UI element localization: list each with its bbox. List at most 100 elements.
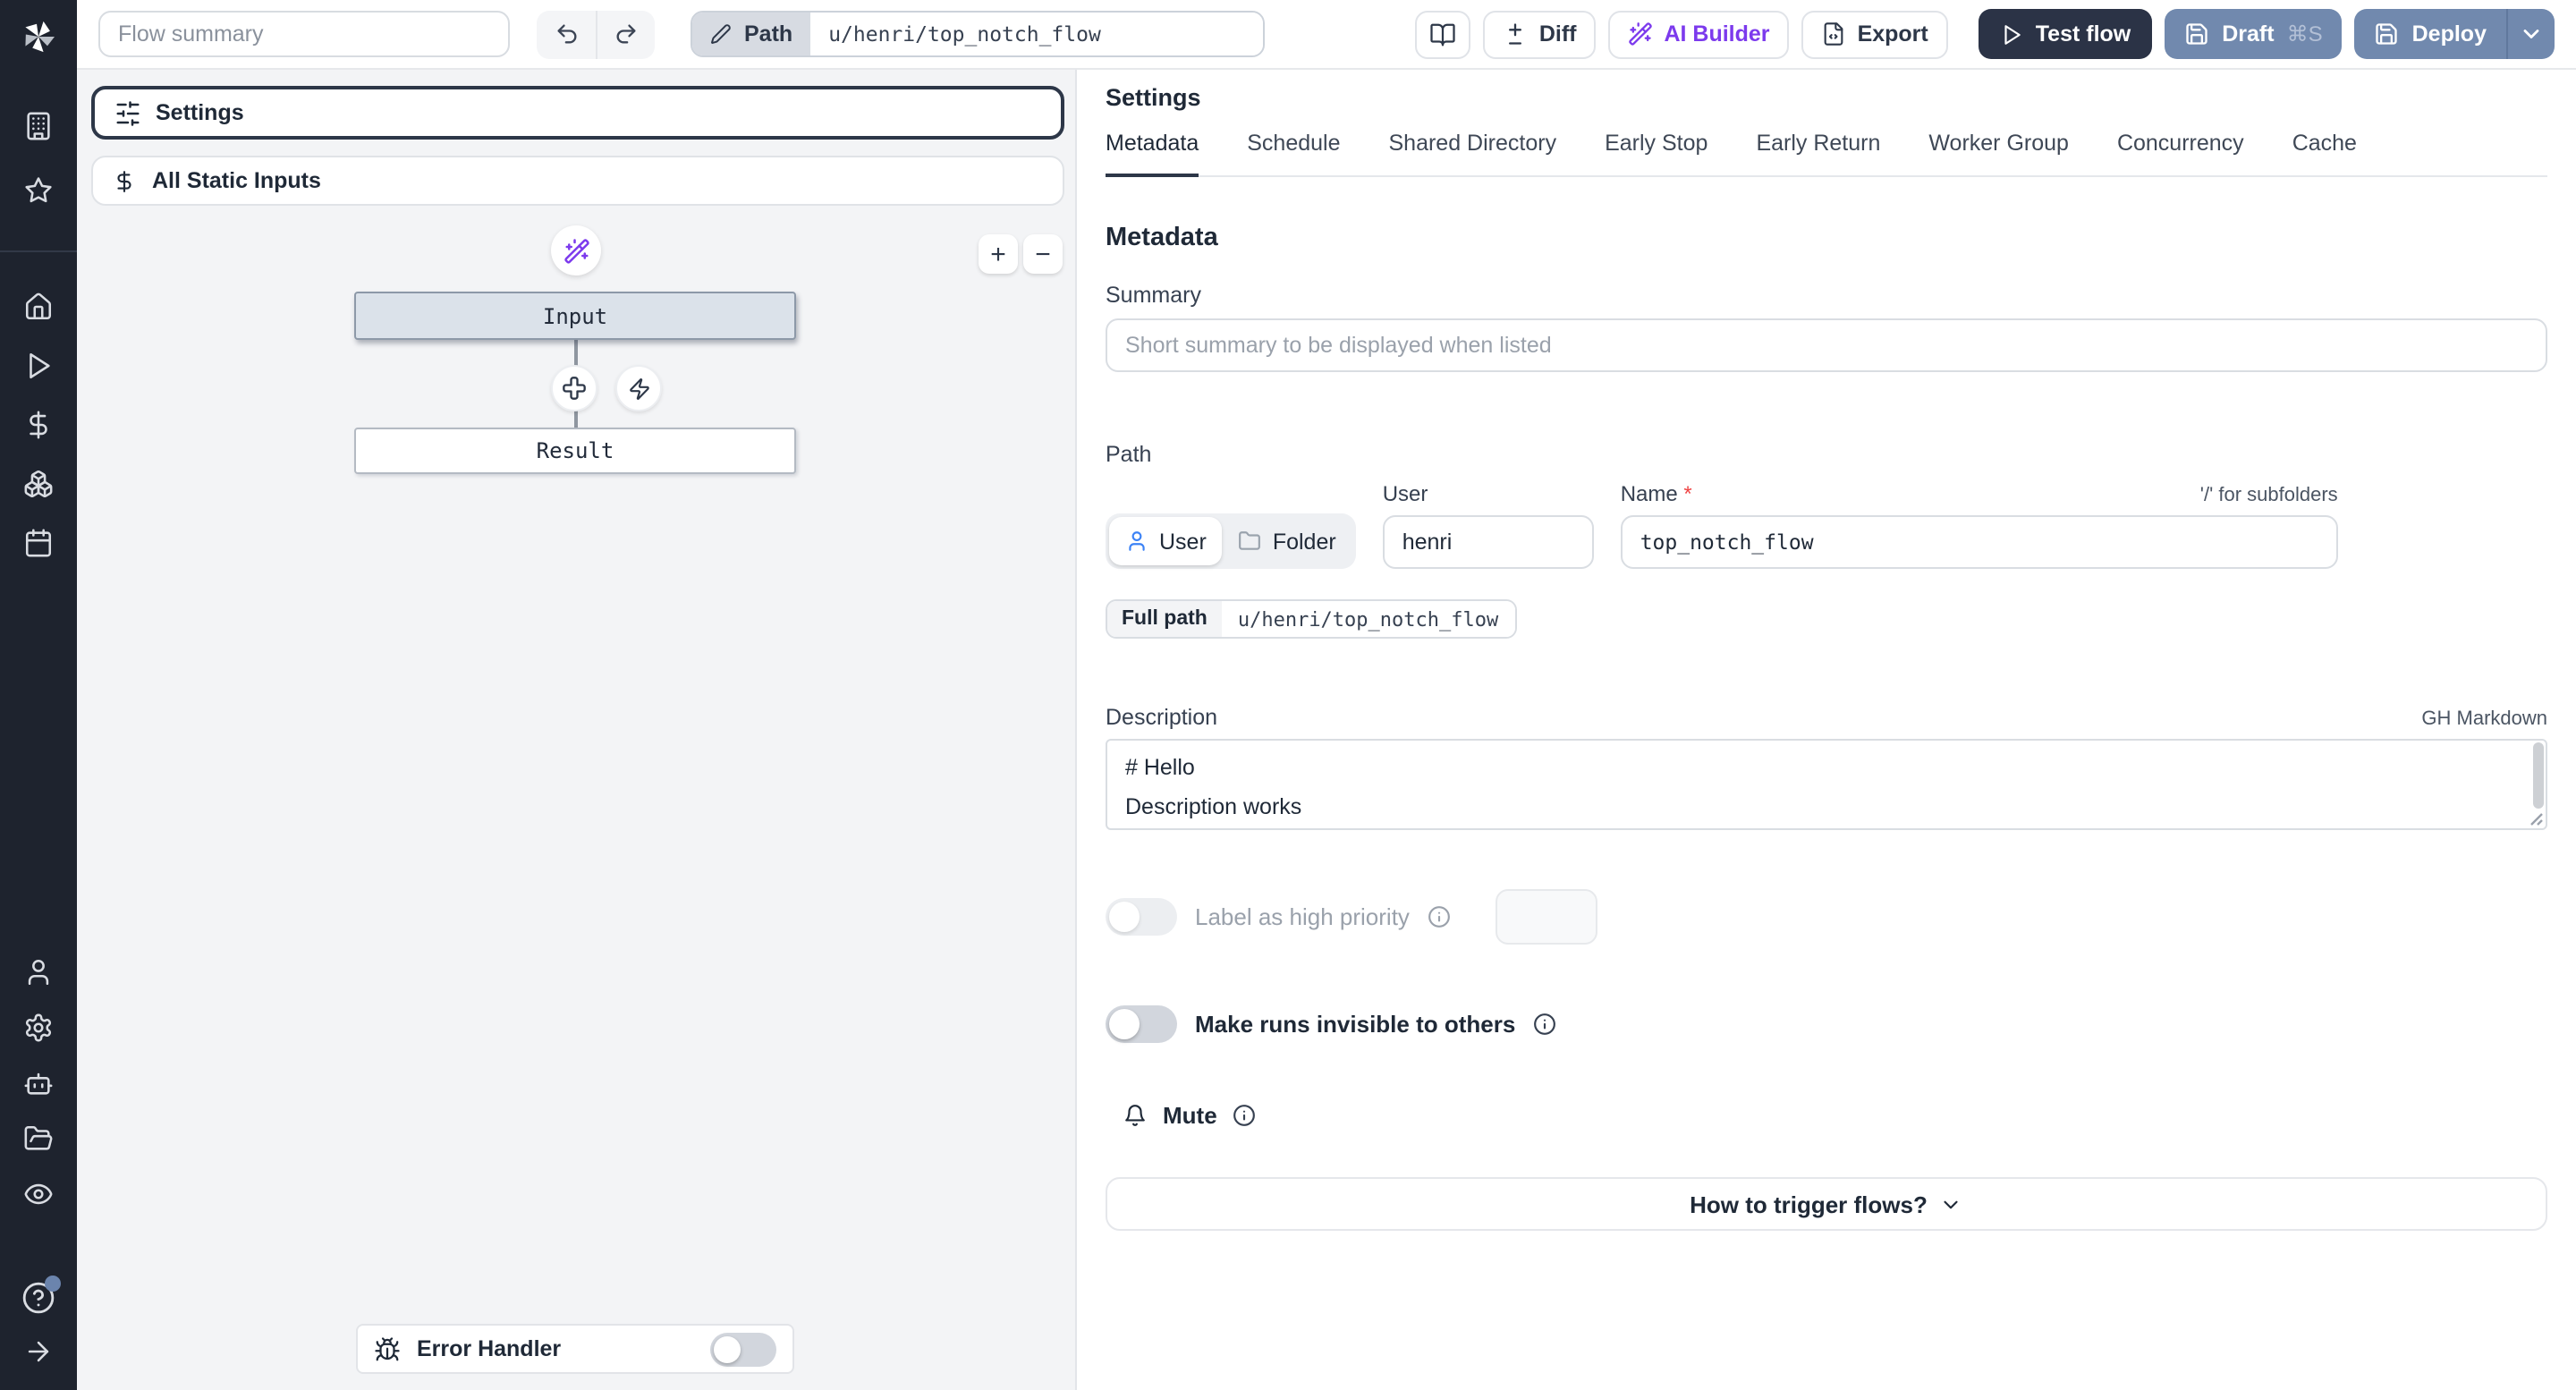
lightning-icon (627, 377, 650, 400)
name-input[interactable] (1620, 515, 2338, 569)
sidebar-item-users[interactable] (0, 946, 77, 996)
sidebar-item-variables[interactable] (0, 399, 77, 449)
topbar-actions: Diff AI Builder Export Test flow Draft ⌘S… (1415, 9, 2555, 59)
help-button[interactable] (0, 1272, 77, 1322)
how-to-trigger-button[interactable]: How to trigger flows? (1106, 1177, 2547, 1231)
invisible-runs-label: Make runs invisible to others (1195, 1011, 1516, 1038)
add-step-button[interactable] (551, 365, 597, 411)
play-icon (2000, 22, 2023, 46)
windmill-logo[interactable] (18, 14, 59, 57)
tab-early-return[interactable]: Early Return (1756, 131, 1880, 175)
summary-label: Summary (1106, 283, 1201, 308)
input-node[interactable]: Input (354, 292, 796, 340)
sidebar-item-workspace[interactable] (0, 100, 77, 150)
calendar-icon (23, 527, 54, 557)
mute-row: Mute (1123, 1102, 2547, 1129)
invisible-runs-row: Make runs invisible to others (1106, 1005, 2547, 1043)
pencil-icon (710, 23, 732, 45)
high-priority-toggle[interactable] (1106, 898, 1177, 936)
deploy-options-button[interactable] (2506, 9, 2555, 59)
tab-metadata[interactable]: Metadata (1106, 131, 1199, 177)
flow-settings-button[interactable]: Settings (91, 86, 1064, 140)
result-node[interactable]: Result (354, 428, 796, 474)
tab-early-stop[interactable]: Early Stop (1605, 131, 1707, 175)
flow-summary-input[interactable] (98, 11, 510, 57)
eye-icon (23, 1178, 54, 1208)
description-textarea[interactable]: # Hello Description works (1106, 739, 2547, 830)
dollar-icon (23, 409, 54, 439)
name-field-label: Name * (1620, 481, 1692, 506)
draft-button[interactable]: Draft ⌘S (2165, 9, 2343, 59)
save-icon (2375, 21, 2400, 47)
home-icon (23, 291, 54, 321)
add-trigger-button[interactable] (615, 365, 662, 411)
folder-open-icon (23, 1123, 54, 1153)
redo-button[interactable] (596, 10, 655, 58)
info-icon[interactable] (1233, 1104, 1257, 1127)
description-wrap: # Hello Description works (1106, 739, 2547, 830)
sliders-icon (114, 99, 141, 126)
info-icon[interactable] (1533, 1013, 1556, 1036)
user-field-col: User (1382, 481, 1594, 569)
priority-value-input (1495, 889, 1597, 945)
test-flow-button[interactable]: Test flow (1978, 9, 2153, 59)
draft-label: Draft (2222, 21, 2275, 47)
expand-sidebar-button[interactable] (0, 1326, 77, 1376)
export-button[interactable]: Export (1801, 10, 1948, 58)
sidebar-item-resources[interactable] (0, 458, 77, 508)
zoom-in-button[interactable]: + (979, 234, 1018, 274)
undo-icon (554, 21, 579, 47)
sidebar-item-schedules[interactable] (0, 517, 77, 567)
high-priority-row: Label as high priority (1106, 889, 2547, 945)
owner-user-button[interactable]: User (1109, 517, 1223, 565)
sidebar-item-runs[interactable] (0, 340, 77, 390)
sidebar-item-ai[interactable] (0, 1057, 77, 1107)
tab-cache[interactable]: Cache (2292, 131, 2357, 175)
tab-shared-directory[interactable]: Shared Directory (1389, 131, 1557, 175)
error-handler-toggle[interactable] (710, 1332, 776, 1366)
plus-cross-icon (562, 376, 587, 401)
help-badge (45, 1276, 61, 1292)
redo-icon (614, 21, 639, 47)
ai-flow-button[interactable] (551, 225, 601, 275)
diff-icon (1504, 21, 1529, 47)
path-edit-button[interactable]: Path (692, 13, 811, 55)
diff-button[interactable]: Diff (1483, 10, 1597, 58)
building-icon (23, 110, 54, 140)
summary-input[interactable] (1106, 318, 2547, 372)
sidebar-item-favorites[interactable] (0, 165, 77, 215)
info-icon[interactable] (1428, 905, 1451, 928)
topbar: Path Diff AI Builder Export Test flow Dr… (77, 0, 2576, 70)
zoom-out-button[interactable]: − (1023, 234, 1063, 274)
path-value-input[interactable] (810, 13, 1264, 55)
resize-handle-icon[interactable] (2529, 812, 2544, 826)
path-control: Path (691, 11, 1266, 57)
tab-schedule[interactable]: Schedule (1247, 131, 1340, 175)
user-input[interactable] (1382, 515, 1594, 569)
sidebar-item-settings[interactable] (0, 1002, 77, 1052)
docs-button[interactable] (1415, 10, 1471, 58)
sidebar-item-folders[interactable] (0, 1113, 77, 1163)
deploy-button[interactable]: Deploy (2355, 9, 2506, 59)
arrow-right-icon (23, 1335, 54, 1366)
sidebar-item-audit[interactable] (0, 1168, 77, 1218)
owner-folder-button[interactable]: Folder (1223, 517, 1352, 565)
description-scrollbar[interactable] (2533, 742, 2544, 809)
main: Path Diff AI Builder Export Test flow Dr… (77, 0, 2576, 1390)
sidebar-item-home[interactable] (0, 281, 77, 331)
error-handler-node[interactable]: Error Handler (356, 1324, 794, 1374)
name-field-col: Name * '/' for subfolders (1620, 481, 2338, 569)
tab-worker-group[interactable]: Worker Group (1928, 131, 2069, 175)
chevron-down-icon (2519, 21, 2544, 47)
invisible-runs-toggle[interactable] (1106, 1005, 1177, 1043)
ai-builder-button[interactable]: AI Builder (1608, 10, 1790, 58)
all-static-inputs-button[interactable]: All Static Inputs (91, 156, 1064, 206)
wand-sparkles-icon (563, 237, 589, 264)
undo-button[interactable] (537, 10, 596, 58)
tab-concurrency[interactable]: Concurrency (2117, 131, 2244, 175)
high-priority-label: Label as high priority (1195, 903, 1410, 930)
sidebar (0, 0, 77, 1390)
owner-folder-label: Folder (1272, 529, 1336, 554)
metadata-heading: Metadata (1106, 224, 1218, 252)
ai-builder-label: AI Builder (1664, 21, 1770, 47)
